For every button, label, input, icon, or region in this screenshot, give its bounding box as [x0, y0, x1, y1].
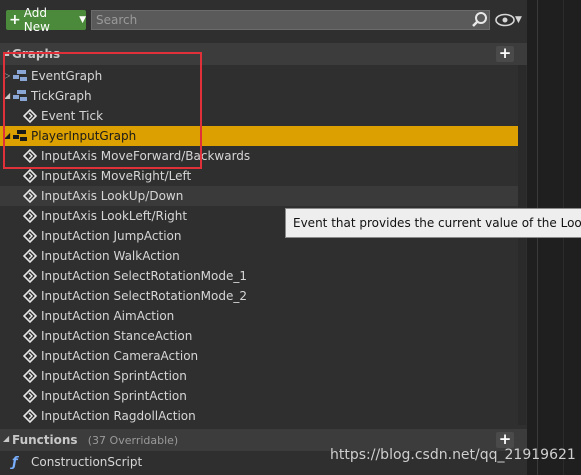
tree-item-label: InputAxis MoveRight/Left [41, 169, 192, 183]
tree-item-event[interactable]: InputAction SprintAction [0, 386, 518, 406]
event-icon [23, 409, 37, 423]
scrollbar[interactable] [518, 65, 526, 425]
tree-item-event[interactable]: InputAxis LookUp/Down [0, 186, 518, 206]
event-icon [23, 309, 37, 323]
event-icon [23, 109, 37, 123]
event-icon [23, 289, 37, 303]
tree-item-label: InputAxis LookLeft/Right [41, 209, 188, 223]
tree-item-label: PlayerInputGraph [31, 129, 137, 143]
tree-item-label: InputAction SelectRotationMode_1 [41, 269, 248, 283]
functions-section-subtitle: (37 Overridable) [87, 434, 179, 447]
tree-item-label: InputAction StanceAction [41, 329, 193, 343]
chevron-down-icon: ▼ [79, 15, 86, 25]
chevron-down-icon[interactable]: ◢ [4, 91, 10, 100]
tree-item-event[interactable]: InputAction StanceAction [0, 326, 518, 346]
tree-item-label: ConstructionScript [31, 455, 143, 469]
tree-item-label: Event Tick [41, 109, 104, 123]
event-icon [23, 189, 37, 203]
functions-section-title: Functions [12, 433, 78, 447]
event-icon [23, 249, 37, 263]
tree-item-event[interactable]: InputAxis MoveRight/Left [0, 166, 518, 186]
tree-item-event[interactable]: InputAction SprintAction [0, 366, 518, 386]
graph-icon [13, 70, 27, 81]
tree-item-label: InputAction AimAction [41, 309, 175, 323]
chevron-down-icon[interactable]: ▼ [515, 15, 522, 25]
tree-item-label: InputAxis MoveForward/Backwards [41, 149, 251, 163]
tree-item-label: EventGraph [31, 69, 103, 83]
function-icon: ƒ [12, 455, 18, 470]
eye-icon[interactable] [495, 13, 515, 27]
chevron-down-icon[interactable]: ◢ [3, 48, 9, 57]
event-icon [23, 389, 37, 403]
watermark: https://blog.csdn.net/qq_21919621 [330, 447, 576, 463]
tree-item-playerinputgraph[interactable]: ◢ PlayerInputGraph [0, 126, 518, 146]
tree-item-event[interactable]: InputAction SelectRotationMode_1 [0, 266, 518, 286]
tree-item-event[interactable]: InputAction SelectRotationMode_2 [0, 286, 518, 306]
tree-item-label: TickGraph [31, 89, 92, 103]
tree-item-label: InputAxis LookUp/Down [41, 189, 184, 203]
plus-icon: + [9, 12, 21, 28]
event-icon [23, 369, 37, 383]
tree-item-tickgraph[interactable]: ◢ TickGraph [0, 86, 518, 106]
event-icon [23, 329, 37, 343]
tooltip: Event that provides the current value of… [285, 208, 581, 238]
add-function-button[interactable]: + [496, 432, 514, 448]
tree-item-event-tick[interactable]: Event Tick [0, 106, 518, 126]
search-input[interactable]: Search [91, 10, 490, 30]
graph-icon [13, 130, 27, 141]
event-icon [23, 269, 37, 283]
graphs-section-title: Graphs [12, 47, 61, 61]
tree-item-label: InputAction RagdollAction [41, 409, 196, 423]
tree-item-event[interactable]: InputAction AimAction [0, 306, 518, 326]
tree-item-label: InputAction CameraAction [41, 349, 199, 363]
chevron-right-icon[interactable]: ▷ [4, 71, 10, 80]
tree-item-event[interactable]: InputAction RagdollAction [0, 406, 518, 426]
tree-item-label: InputAction JumpAction [41, 229, 182, 243]
add-new-button[interactable]: + Add New ▼ [6, 6, 86, 34]
chevron-down-icon[interactable]: ◢ [3, 434, 9, 443]
graph-icon [13, 90, 27, 101]
tree-item-label: InputAction SprintAction [41, 389, 187, 403]
tree-item-event[interactable]: InputAction WalkAction [0, 246, 518, 266]
event-icon [23, 169, 37, 183]
add-new-label: Add New [23, 6, 50, 34]
graphs-section-header[interactable]: ◢ Graphs + [0, 43, 527, 65]
add-graph-button[interactable]: + [496, 46, 514, 62]
event-icon [23, 209, 37, 223]
chevron-down-icon[interactable]: ◢ [4, 131, 10, 140]
event-icon [23, 229, 37, 243]
tree-item-eventgraph[interactable]: ▷ EventGraph [0, 66, 518, 86]
event-icon [23, 349, 37, 363]
tree-item-label: InputAction SelectRotationMode_2 [41, 289, 248, 303]
event-icon [23, 149, 37, 163]
tree-item-label: InputAction WalkAction [41, 249, 180, 263]
functions-section-title-wrap: Functions (37 Overridable) [12, 433, 178, 447]
toolbar: + Add New ▼ Search ▼ [0, 6, 527, 34]
search-icon[interactable] [471, 11, 489, 29]
tree-item-event[interactable]: InputAxis MoveForward/Backwards [0, 146, 518, 166]
tree-item-event[interactable]: InputAction CameraAction [0, 346, 518, 366]
tree-item-label: InputAction SprintAction [41, 369, 187, 383]
